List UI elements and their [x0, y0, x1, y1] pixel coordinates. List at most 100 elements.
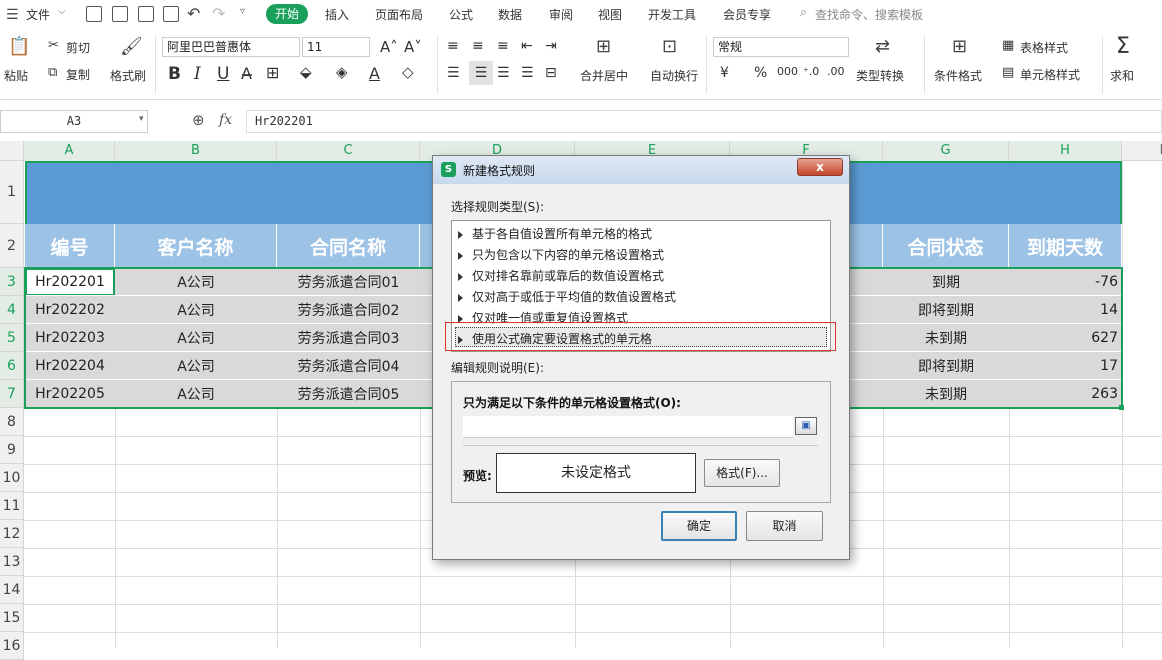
- column-header[interactable]: B: [115, 141, 277, 161]
- undo-icon[interactable]: ↶: [187, 4, 200, 23]
- row-header[interactable]: 14: [0, 576, 24, 604]
- list-item[interactable]: 基于各自值设置所有单元格的格式: [458, 225, 652, 242]
- type-convert-icon[interactable]: ⇄: [875, 36, 890, 57]
- tab-formula[interactable]: 公式: [449, 6, 473, 23]
- wrap-text-icon[interactable]: ⊡: [662, 36, 677, 57]
- cell-style-button[interactable]: 单元格样式: [1020, 66, 1080, 83]
- format-painter-button[interactable]: 格式刷: [110, 67, 146, 84]
- row-header[interactable]: 1: [0, 161, 24, 224]
- align-bottom-icon[interactable]: ≡: [497, 38, 509, 54]
- indent-icon[interactable]: ⇥: [545, 38, 557, 54]
- range-picker-icon[interactable]: ▣: [795, 417, 817, 435]
- menu-file[interactable]: 文件: [26, 6, 50, 23]
- print-icon[interactable]: [138, 6, 154, 22]
- align-center-icon[interactable]: ☰: [469, 61, 493, 85]
- chevron-down-icon[interactable]: ▾: [139, 114, 144, 124]
- type-convert-button[interactable]: 类型转换: [856, 67, 904, 84]
- bold-button[interactable]: B: [168, 64, 181, 84]
- paste-button[interactable]: 粘贴: [4, 67, 28, 84]
- conditional-format-icon[interactable]: ⊞: [952, 36, 967, 57]
- font-color-icon[interactable]: A: [369, 64, 380, 83]
- percent-button[interactable]: %: [754, 65, 767, 81]
- hamburger-icon[interactable]: ☰: [6, 7, 19, 23]
- paste-icon[interactable]: 📋: [8, 36, 30, 57]
- clear-format-icon[interactable]: ◇: [402, 63, 414, 81]
- brush-icon[interactable]: 🖌: [120, 36, 143, 57]
- font-name-select[interactable]: 阿里巴巴普惠体: [162, 37, 300, 57]
- table-style-button[interactable]: 表格样式: [1020, 39, 1068, 56]
- highlight-icon[interactable]: ◈: [336, 63, 348, 81]
- column-header[interactable]: A: [24, 141, 115, 161]
- save-icon[interactable]: [86, 6, 102, 22]
- column-header[interactable]: I: [1122, 141, 1162, 161]
- row-header[interactable]: 8: [0, 408, 24, 436]
- export-icon[interactable]: [112, 6, 128, 22]
- increase-decimal-icon[interactable]: ⁺.0: [803, 65, 819, 78]
- sum-icon[interactable]: Σ: [1116, 34, 1130, 59]
- thousands-icon[interactable]: 000: [777, 65, 798, 78]
- align-top-icon[interactable]: ≡: [447, 38, 459, 54]
- close-icon[interactable]: x: [797, 158, 843, 176]
- ok-button[interactable]: 确定: [661, 511, 737, 541]
- row-header[interactable]: 10: [0, 464, 24, 492]
- tab-view[interactable]: 视图: [598, 6, 622, 23]
- merge-icon[interactable]: ⊞: [596, 36, 611, 57]
- tab-start[interactable]: 开始: [266, 4, 308, 24]
- header-cell-status[interactable]: 合同状态: [883, 224, 1009, 268]
- decrease-decimal-icon[interactable]: .00: [827, 65, 845, 78]
- column-header[interactable]: H: [1009, 141, 1122, 161]
- header-cell-days[interactable]: 到期天数: [1009, 224, 1122, 268]
- tab-page-layout[interactable]: 页面布局: [375, 6, 423, 23]
- sum-button[interactable]: 求和: [1110, 67, 1134, 84]
- header-cell-id[interactable]: 编号: [25, 224, 115, 268]
- fill-color-icon[interactable]: ⬙: [300, 63, 312, 81]
- row-header[interactable]: 6: [0, 352, 24, 380]
- font-size-select[interactable]: 11: [302, 37, 370, 57]
- search-command[interactable]: 查找命令、搜索模板: [815, 6, 923, 23]
- increase-font-icon[interactable]: A˄: [380, 38, 398, 56]
- row-header[interactable]: 11: [0, 492, 24, 520]
- column-header[interactable]: G: [883, 141, 1009, 161]
- tab-data[interactable]: 数据: [498, 6, 522, 23]
- fx-button[interactable]: fx: [219, 112, 232, 128]
- chevron-down-icon[interactable]: ▿: [240, 6, 245, 17]
- list-item[interactable]: 仅对排名靠前或靠后的数值设置格式: [458, 267, 664, 284]
- strikethrough-icon[interactable]: A̶: [241, 64, 252, 83]
- print-preview-icon[interactable]: [163, 6, 179, 22]
- currency-button[interactable]: ¥: [720, 65, 729, 81]
- name-box[interactable]: A3: [0, 110, 148, 133]
- select-all-corner[interactable]: [0, 141, 24, 161]
- tab-review[interactable]: 审阅: [549, 6, 573, 23]
- tab-member[interactable]: 会员专享: [723, 6, 771, 23]
- wrap-text-button[interactable]: 自动换行: [650, 67, 698, 84]
- zoom-icon[interactable]: ⊕: [192, 111, 205, 129]
- row-header[interactable]: 3: [0, 268, 24, 296]
- outdent-icon[interactable]: ⇤: [521, 38, 533, 54]
- fill-handle[interactable]: [1119, 405, 1124, 410]
- underline-button[interactable]: U: [217, 64, 229, 84]
- row-header[interactable]: 4: [0, 296, 24, 324]
- format-button[interactable]: 格式(F)...: [704, 459, 780, 487]
- cancel-button[interactable]: 取消: [746, 511, 823, 541]
- list-item[interactable]: 只为包含以下内容的单元格设置格式: [458, 246, 664, 263]
- redo-icon[interactable]: ↷: [212, 4, 225, 23]
- formula-input[interactable]: Hr202201: [246, 110, 1162, 133]
- list-item[interactable]: 仅对高于或低于平均值的数值设置格式: [458, 288, 676, 305]
- tab-developer[interactable]: 开发工具: [648, 6, 696, 23]
- align-left-icon[interactable]: ☰: [447, 65, 460, 81]
- row-header[interactable]: 12: [0, 520, 24, 548]
- dialog-title-bar[interactable]: S 新建格式规则 x: [433, 156, 849, 184]
- row-header[interactable]: 5: [0, 324, 24, 352]
- border-icon[interactable]: ⊞: [266, 63, 279, 82]
- row-header[interactable]: 9: [0, 436, 24, 464]
- distribute-icon[interactable]: ⊟: [545, 65, 557, 81]
- row-header[interactable]: 13: [0, 548, 24, 576]
- row-header[interactable]: 16: [0, 632, 24, 660]
- decrease-font-icon[interactable]: A˅: [404, 38, 422, 56]
- copy-button[interactable]: 复制: [66, 66, 90, 83]
- number-format-select[interactable]: 常规: [713, 37, 849, 57]
- merge-center-button[interactable]: 合并居中: [580, 67, 628, 84]
- tab-insert[interactable]: 插入: [325, 6, 349, 23]
- cut-button[interactable]: 剪切: [66, 39, 90, 56]
- row-header[interactable]: 2: [0, 224, 24, 268]
